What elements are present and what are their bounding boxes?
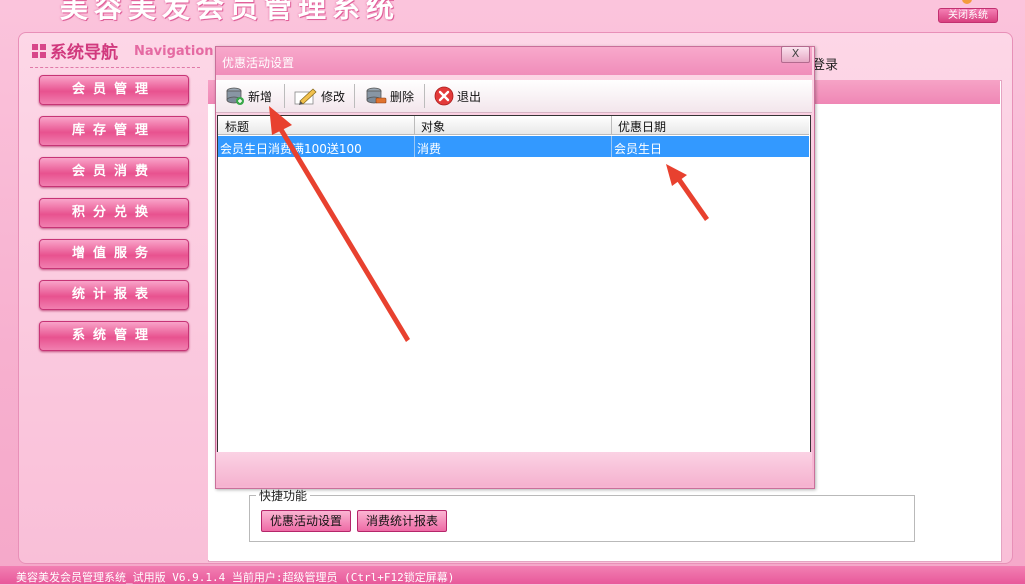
edit-button[interactable]: 修改 [294,84,345,108]
grid-header [218,116,809,135]
nav-member-management[interactable]: 会员管理 [39,75,189,105]
cell-separator [611,136,612,157]
add-button-label: 新增 [248,89,273,104]
nav-points-exchange[interactable]: 积分兑换 [39,198,189,228]
nav-title: 系统导航 [50,43,118,63]
app-title: 美容美发会员管理系统 [60,0,401,24]
dialog-titlebar[interactable] [216,47,812,75]
toolbar-separator [424,84,425,108]
toolbar-separator [284,84,285,108]
column-separator [414,116,415,134]
add-button[interactable]: 新增 [225,84,272,108]
dialog-title: 优惠活动设置 [222,56,295,70]
edit-button-label: 修改 [321,89,346,104]
quick-promotion-settings-button[interactable]: 优惠活动设置 [261,510,351,532]
column-header-date[interactable]: 优惠日期 [618,118,666,135]
nav-member-consumption[interactable]: 会员消费 [39,157,189,187]
cell-separator [414,136,415,157]
cell-target: 消费 [417,142,442,156]
database-add-icon [226,87,244,105]
login-text: 登录 [812,58,839,73]
delete-button[interactable]: 删除 [365,84,414,108]
cell-date: 会员生日 [614,142,663,156]
dialog-close-button[interactable]: X [781,46,810,63]
delete-button-label: 删除 [390,89,415,104]
exit-button-label: 退出 [457,89,482,104]
quick-functions-title: 快捷功能 [256,487,311,504]
toolbar-separator [354,84,355,108]
nav-inventory-management[interactable]: 库存管理 [39,116,189,146]
nav-system-management[interactable]: 系统管理 [39,321,189,351]
column-header-target[interactable]: 对象 [421,118,445,135]
nav-divider [30,67,200,68]
database-delete-icon [366,87,387,104]
exit-button[interactable]: 退出 [434,84,481,108]
nav-title-english: Navigation [134,44,214,59]
cell-title: 会员生日消费满100送100 [220,142,362,156]
promotion-grid[interactable] [217,115,811,453]
nav-statistics-reports[interactable]: 统计报表 [39,280,189,310]
edit-pencil-icon [294,88,317,105]
close-circle-icon [434,86,454,106]
grid-icon [32,44,46,58]
quick-consumption-report-button[interactable]: 消费统计报表 [357,510,447,532]
dialog-footer [216,452,812,486]
status-text: 美容美发会员管理系统_试用版 V6.9.1.4 当前用户:超级管理员 (Ctrl… [16,571,455,584]
close-system-button[interactable]: 关闭系统 [938,8,998,23]
column-header-title[interactable]: 标题 [225,118,249,135]
column-separator [611,116,612,134]
nav-value-added-services[interactable]: 增值服务 [39,239,189,269]
